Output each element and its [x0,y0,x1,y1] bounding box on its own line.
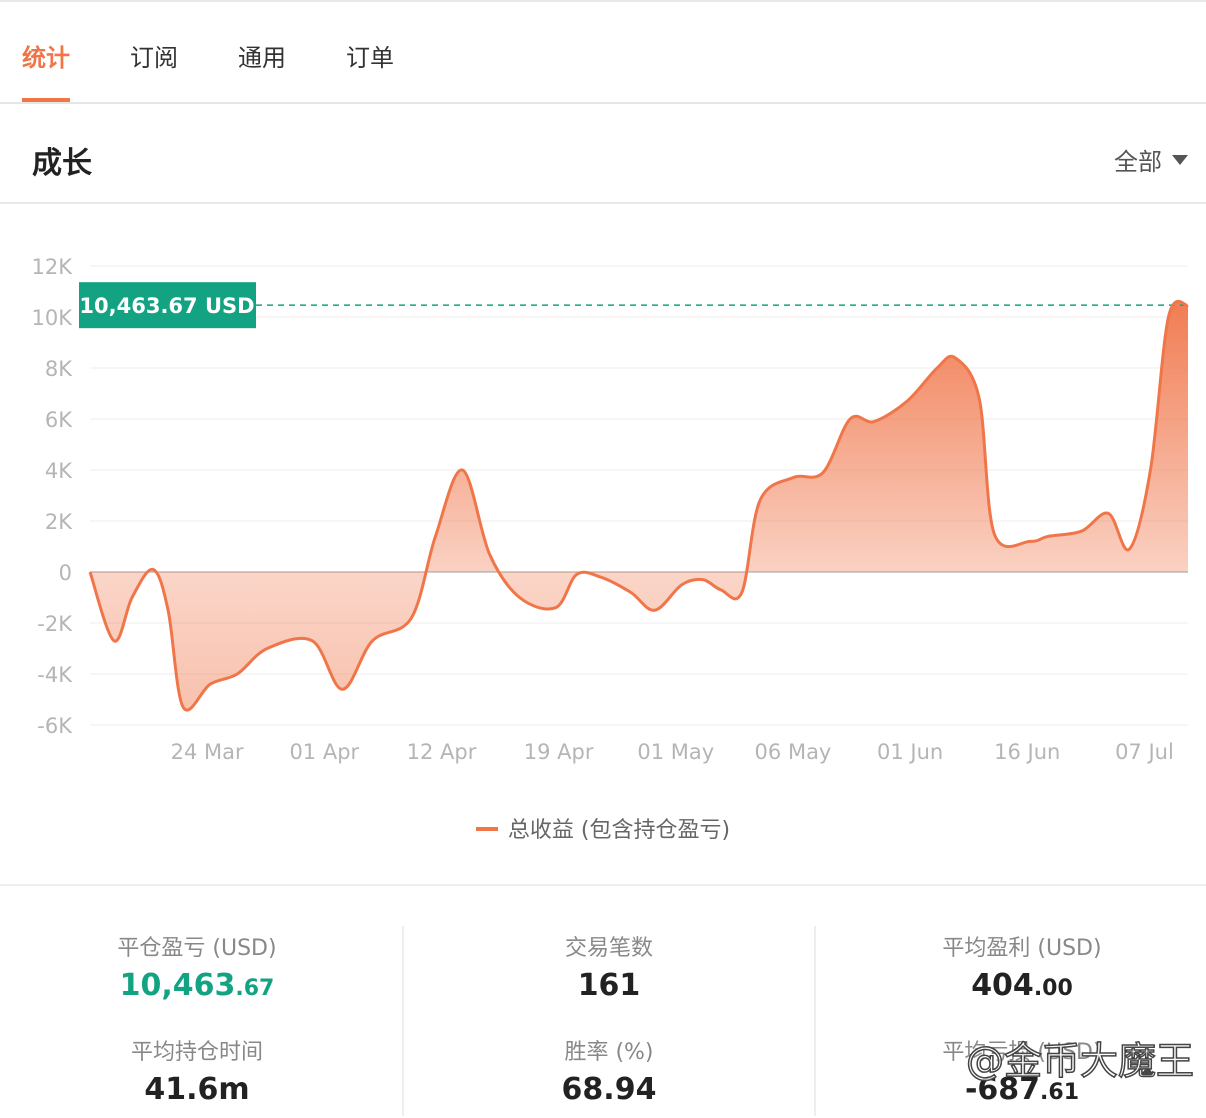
x-tick-label: 16 Jun [994,740,1060,764]
stat-label: 胜率 (%) [564,1040,654,1065]
legend-label: 总收益 (包含持仓盈亏) [507,818,731,843]
stats-column-1: 平仓盈亏 (USD) 10,463.67 平均持仓时间 41.6m [0,926,394,1116]
y-tick-label: 0 [59,561,72,585]
growth-chart: 12K 10K 8K 6K 4K 2K 0 -2K -4K -6K 24 Mar 01 Apr 12 A… [32,255,1189,764]
x-tick-label: 01 Apr [289,740,359,764]
filter-label: 全部 [1114,148,1162,176]
stats-column-3: 平均盈利 (USD) 404.00 平均亏损 (USD) -687.61 [816,926,1206,1116]
stat-value: 41.6m [144,1072,250,1107]
y-tick-label: 2K [45,510,73,534]
stat-label: 平均持仓时间 [130,1040,263,1065]
series-area-negative [90,572,1188,710]
stat-closed-pnl: 平仓盈亏 (USD) 10,463.67 [0,930,394,1003]
current-value-label: 10,463.67 USD [79,294,254,318]
tab-bar: 统计 订阅 通用 订单 [0,2,1206,104]
tab-subscription[interactable]: 订阅 [130,38,178,73]
tab-orders[interactable]: 订单 [346,38,394,73]
y-tick-label: -6K [37,714,73,738]
stat-label: 平均盈利 (USD) [942,936,1102,961]
stat-value: 10,463.67 [119,968,275,1003]
active-tab-indicator [22,98,70,102]
y-tick-label: 6K [45,408,73,432]
stat-label: 交易笔数 [564,936,653,961]
y-tick-label: -4K [37,663,73,687]
x-tick-label: 24 Mar [171,740,244,764]
section-title: 成长 [32,146,92,181]
stats-column-2: 交易笔数 161 胜率 (%) 68.94 [404,926,814,1116]
stat-win-rate: 胜率 (%) 68.94 [404,1034,814,1107]
legend-swatch [475,827,498,831]
tab-general[interactable]: 通用 [238,38,286,73]
y-tick-label: 10K [32,306,74,330]
stat-value: 161 [577,968,641,1003]
range-filter-dropdown[interactable]: 全部 [1114,142,1188,177]
stat-value: 68.94 [561,1072,657,1107]
watermark: @金币大魔王 [965,1038,1195,1084]
tab-statistics[interactable]: 统计 [22,38,70,73]
y-tick-label: 8K [45,357,73,381]
x-tick-label: 19 Apr [524,740,594,764]
x-tick-label: 12 Apr [407,740,477,764]
chart-legend[interactable]: 总收益 (包含持仓盈亏) [0,812,1206,844]
stat-value: 404.00 [971,968,1073,1003]
x-tick-label: 01 May [637,740,714,764]
y-tick-label: -2K [37,612,73,636]
growth-header: 成长 全部 [0,104,1206,204]
y-tick-label: 12K [32,255,74,279]
x-tick-label: 01 Jun [877,740,943,764]
stat-trade-count: 交易笔数 161 [404,930,814,1003]
x-tick-label: 06 May [755,740,832,764]
x-tick-label: 07 Jul [1115,740,1174,764]
stat-label: 平仓盈亏 (USD) [117,936,277,961]
caret-down-icon [1172,154,1188,165]
stat-avg-holding-time: 平均持仓时间 41.6m [0,1034,394,1107]
y-tick-label: 4K [45,459,73,483]
stat-avg-profit: 平均盈利 (USD) 404.00 [816,930,1206,1003]
